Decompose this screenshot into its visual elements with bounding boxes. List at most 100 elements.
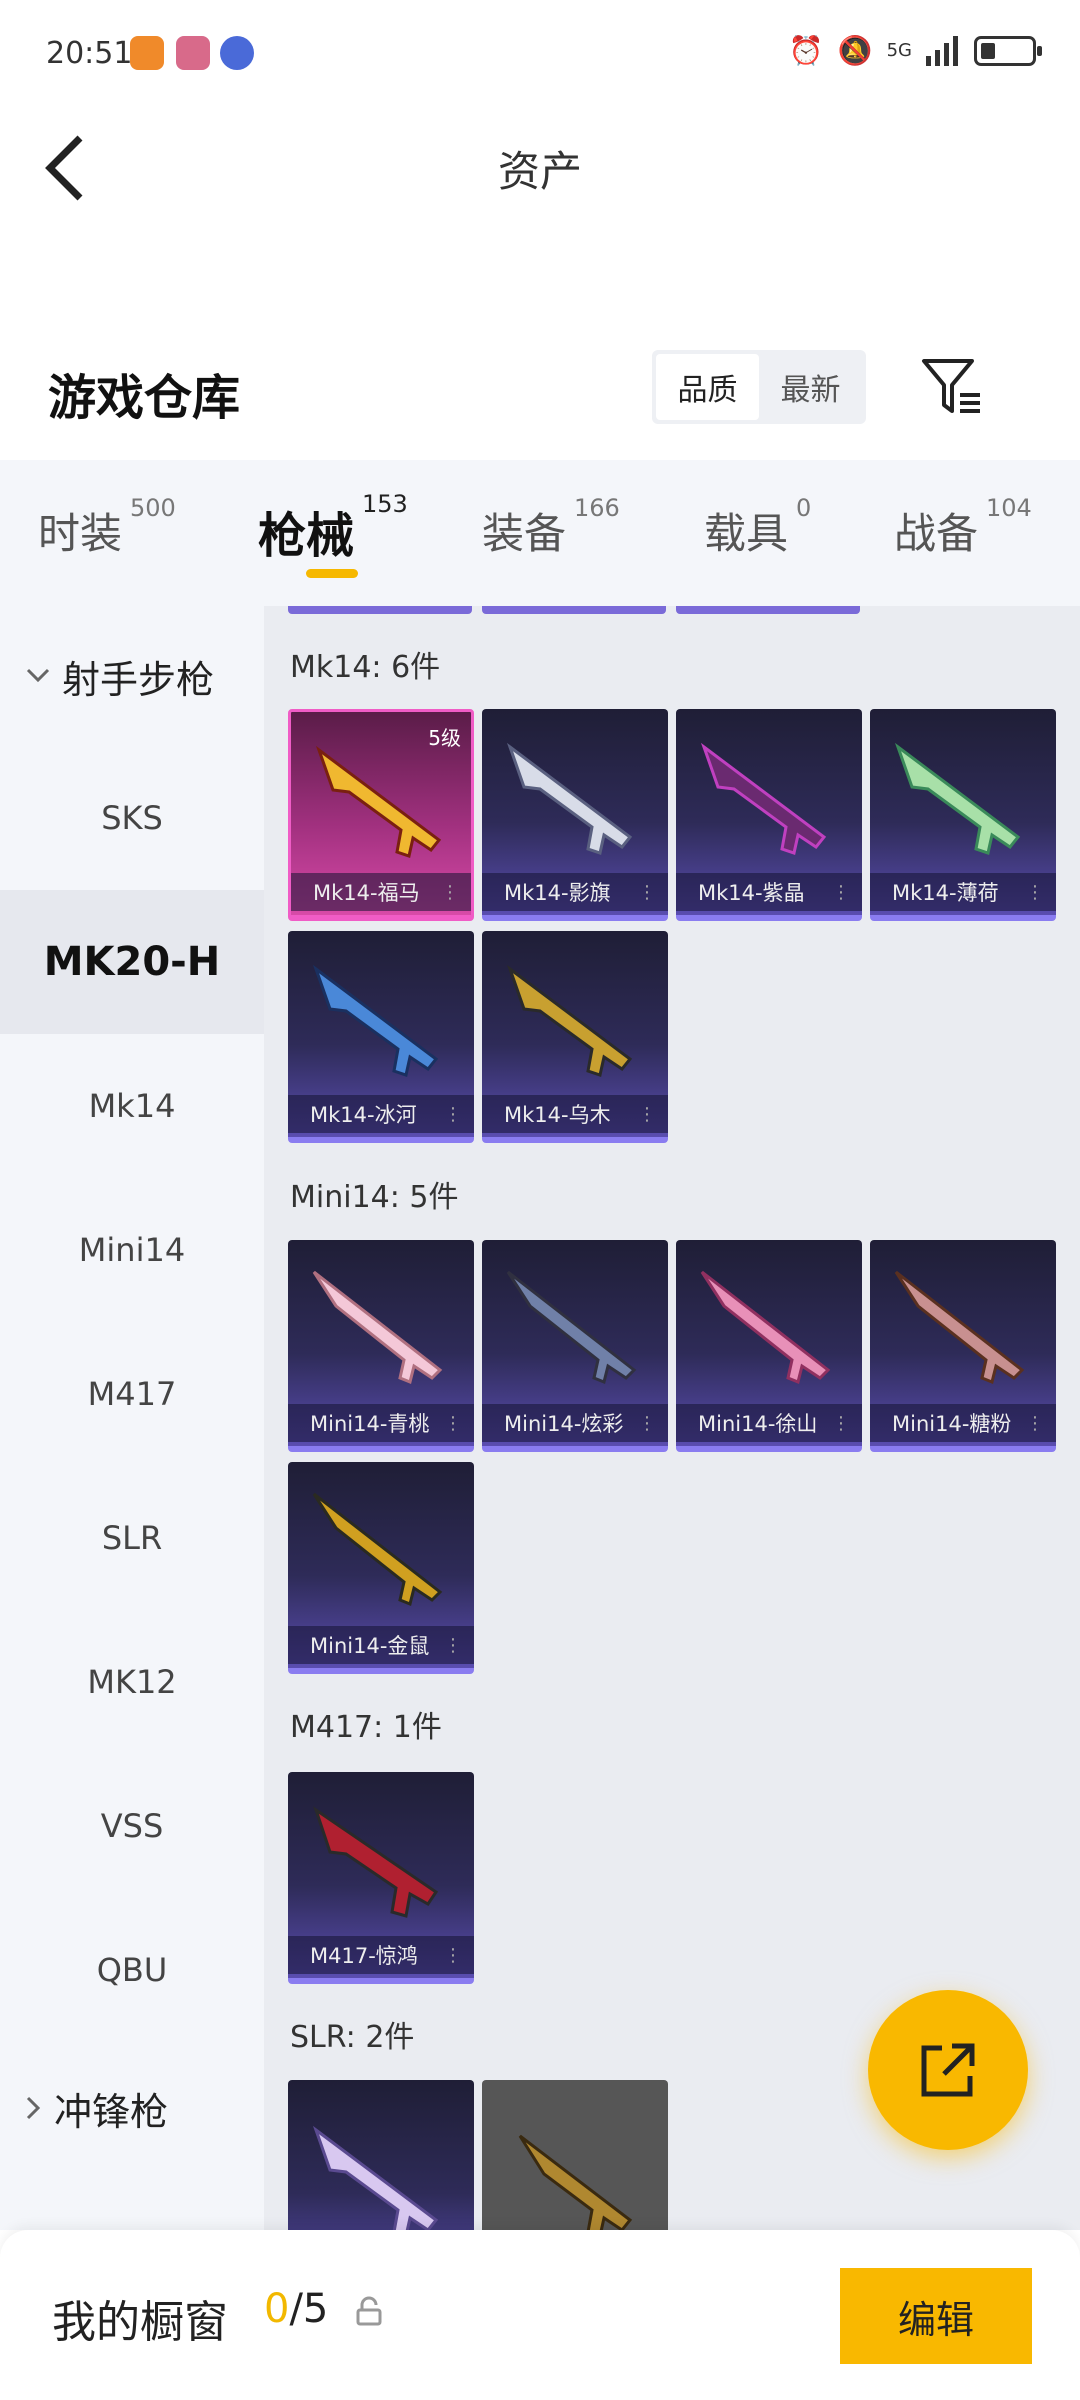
- sidebar-item-slr[interactable]: SLR: [0, 1466, 264, 1610]
- share-fab[interactable]: [868, 1990, 1028, 2150]
- weapon-card[interactable]: Mini14-糖粉: [870, 1240, 1056, 1452]
- card-name: Mk14-福马: [291, 873, 471, 911]
- sidebar-item-mk12[interactable]: MK12: [0, 1610, 264, 1754]
- weapon-card[interactable]: Mk14-紫晶: [676, 709, 862, 921]
- weapon-card[interactable]: M417-惊鸿: [288, 1772, 474, 1984]
- sidebar-item-vss[interactable]: VSS: [0, 1754, 264, 1898]
- signal-icon: [926, 35, 958, 66]
- weapon-card[interactable]: [288, 2080, 474, 2230]
- app-notification-icon-2: [176, 36, 210, 70]
- card-name: Mini14-糖粉: [870, 1404, 1056, 1442]
- alarm-icon: ⏰: [788, 34, 824, 67]
- sidebar-item-mk20h[interactable]: MK20-H: [0, 890, 264, 1034]
- weapon-card[interactable]: Mini14-徐山: [676, 1240, 862, 1452]
- tab-count: 0: [796, 494, 812, 522]
- showcase-current: 0: [264, 2286, 290, 2332]
- showcase-total: /5: [289, 2286, 329, 2332]
- weapon-card[interactable]: Mk14-冰河: [288, 931, 474, 1143]
- sort-toggle: 品质 最新: [652, 350, 866, 424]
- section-title: 游戏仓库: [48, 370, 241, 426]
- tab-count: 104: [986, 494, 1032, 522]
- card-name: Mk14-紫晶: [676, 873, 862, 911]
- category-tabs: 时装 500 枪械 153 装备 166 载具 0 战备 104: [0, 460, 1080, 606]
- chevron-right-icon: [26, 2096, 41, 2120]
- tab-count: 500: [130, 494, 176, 522]
- battery-icon: [974, 35, 1042, 66]
- rifle-icon: [700, 742, 827, 855]
- sidebar-item-mk14[interactable]: Mk14: [0, 1034, 264, 1178]
- tab-vehicles[interactable]: 载具 0: [704, 494, 811, 561]
- card-name: Mini14-青桃: [288, 1404, 474, 1442]
- group-label-mk14: Mk14: 6件: [290, 650, 441, 685]
- rifle-icon: [894, 1270, 1025, 1385]
- tab-count: 153: [362, 490, 408, 518]
- tab-outfits[interactable]: 时装 500: [38, 494, 176, 561]
- group-label-mini14: Mini14: 5件: [290, 1180, 459, 1215]
- card-name: Mk14-薄荷: [870, 873, 1056, 911]
- rifle-icon: [894, 742, 1021, 855]
- network-label: 5G: [886, 40, 912, 61]
- weapon-grid: Mk14: 6件 5级 Mk14-福马 Mk14-影旗 Mk14-紫晶 Mk14…: [264, 606, 1080, 2230]
- rifle-icon: [518, 2134, 633, 2230]
- showcase-bar: 我的橱窗 0/5 编辑: [0, 2230, 1080, 2400]
- sidebar-group-label: 冲锋枪: [54, 2089, 169, 2134]
- mute-icon: 🔕: [837, 34, 873, 67]
- sidebar-item-mini14[interactable]: Mini14: [0, 1178, 264, 1322]
- status-icons: ⏰ 🔕 5G: [788, 34, 1042, 67]
- tab-label: 载具: [704, 509, 789, 558]
- chevron-down-icon: [26, 668, 50, 683]
- share-external-icon: [921, 2043, 975, 2097]
- weapon-card[interactable]: [482, 2080, 668, 2230]
- lock-icon: [356, 2296, 382, 2326]
- rifle-icon: [506, 742, 633, 855]
- sort-quality-option[interactable]: 品质: [656, 354, 759, 420]
- tab-label: 战备: [894, 509, 979, 558]
- card-name: Mk14-冰河: [288, 1095, 474, 1133]
- sidebar-group-marksman[interactable]: 射手步枪: [0, 606, 264, 746]
- weapon-card[interactable]: Mk14-乌木: [482, 931, 668, 1143]
- status-bar: 20:51 ⏰ 🔕 5G: [0, 0, 1080, 110]
- card-name: Mini14-炫彩: [482, 1404, 668, 1442]
- tab-guns[interactable]: 枪械 153: [258, 490, 408, 566]
- tab-supplies[interactable]: 战备 104: [894, 494, 1032, 561]
- tab-label: 装备: [482, 509, 567, 558]
- weapon-card[interactable]: Mini14-炫彩: [482, 1240, 668, 1452]
- status-time: 20:51: [46, 36, 133, 71]
- tab-label: 枪械: [258, 508, 355, 564]
- group-label-m417: M417: 1件: [290, 1710, 442, 1745]
- weapon-card[interactable]: 5级 Mk14-福马: [288, 709, 474, 921]
- weapon-card[interactable]: Mini14-青桃: [288, 1240, 474, 1452]
- weapon-card[interactable]: Mini14-金鼠: [288, 1462, 474, 1674]
- sidebar-item-qbu[interactable]: QBU: [0, 1898, 264, 2042]
- card-stub: [288, 606, 472, 614]
- app-notification-icon-3: [220, 36, 254, 70]
- rifle-icon: [506, 964, 633, 1077]
- rifle-icon: [506, 1270, 637, 1385]
- page-title: 资产: [497, 147, 582, 196]
- sort-newest-option[interactable]: 最新: [759, 354, 862, 420]
- card-name: Mini14-金鼠: [288, 1626, 474, 1664]
- rifle-icon: [315, 745, 442, 858]
- rifle-icon: [700, 1270, 831, 1385]
- rifle-icon: [312, 964, 439, 1077]
- weapon-card[interactable]: Mk14-薄荷: [870, 709, 1056, 921]
- showcase-label: 我的橱窗: [52, 2297, 228, 2348]
- rifle-icon: [313, 1806, 439, 1918]
- weapon-card[interactable]: Mk14-影旗: [482, 709, 668, 921]
- card-name: M417-惊鸿: [288, 1936, 474, 1974]
- filter-icon: [922, 359, 980, 413]
- tab-count: 166: [574, 494, 620, 522]
- card-stub: [482, 606, 666, 614]
- group-label-slr: SLR: 2件: [290, 2020, 415, 2055]
- weapon-type-sidebar: 射手步枪 SKS MK20-H Mk14 Mini14 M417 SLR MK1…: [0, 606, 264, 2230]
- sidebar-item-sks[interactable]: SKS: [0, 746, 264, 890]
- sidebar-item-m417[interactable]: M417: [0, 1322, 264, 1466]
- edit-button[interactable]: 编辑: [840, 2268, 1032, 2364]
- rifle-icon: [312, 1492, 443, 1607]
- tab-label: 时装: [38, 509, 123, 558]
- tab-equipment[interactable]: 装备 166: [482, 494, 620, 561]
- showcase-count: 0/5: [264, 2286, 328, 2332]
- filter-button[interactable]: [920, 355, 984, 419]
- sidebar-group-smg[interactable]: 冲锋枪: [0, 2038, 264, 2178]
- active-tab-indicator: [306, 569, 358, 578]
